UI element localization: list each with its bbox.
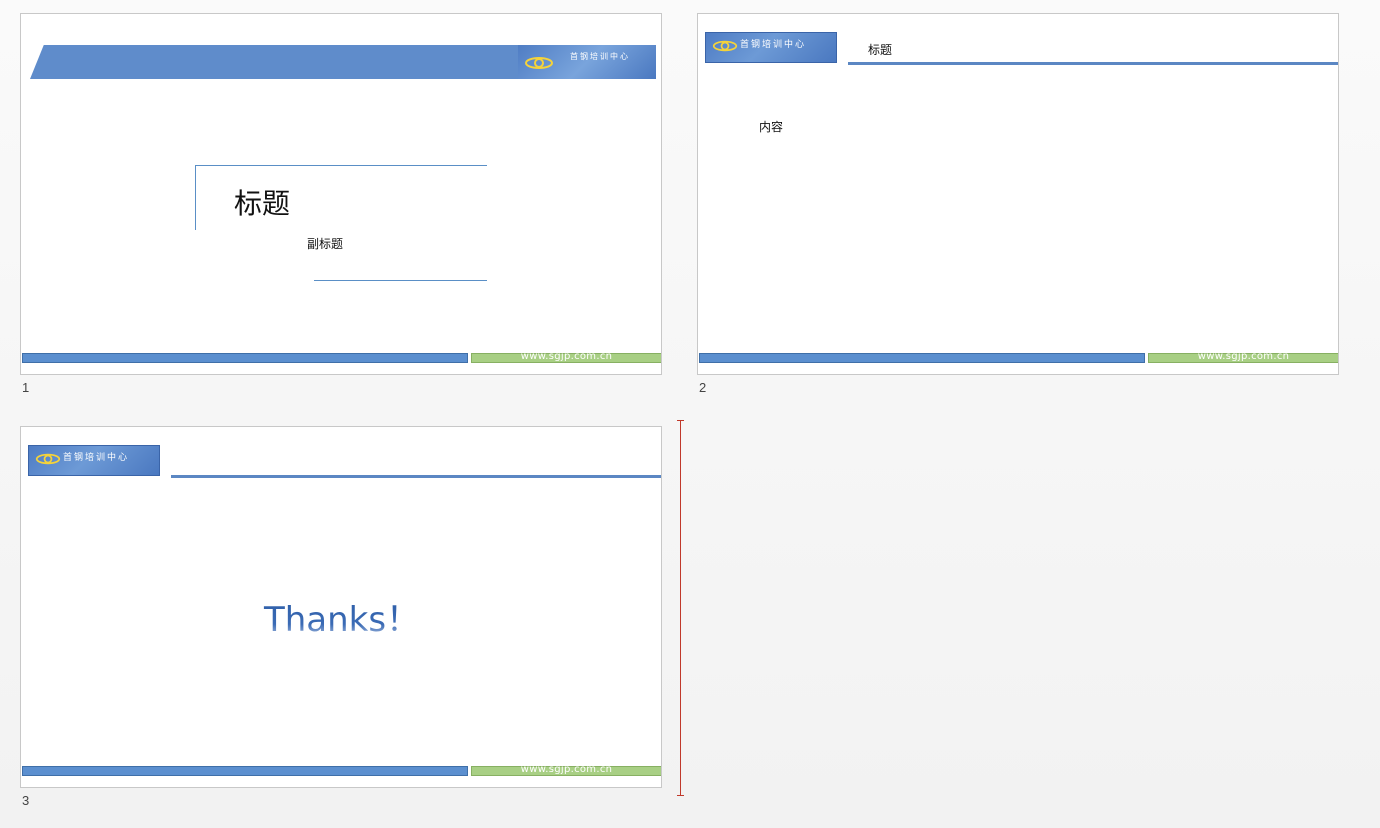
brand-logo: 首钢培训中心 <box>518 45 656 79</box>
logo-text: 首钢培训中心 <box>63 453 130 463</box>
slide-number-1: 1 <box>22 380 30 395</box>
footer-url: www.sgjp.com.cn <box>520 764 613 775</box>
footer-blue-bar <box>699 353 1145 363</box>
title-frame-top <box>195 165 487 166</box>
footer-blue-bar <box>22 766 468 776</box>
slide-title: 标题 <box>868 43 893 57</box>
header-line <box>171 475 661 478</box>
slide-title: 标题 <box>234 187 291 220</box>
footer-url: www.sgjp.com.cn <box>520 351 613 362</box>
header-line <box>848 62 1338 65</box>
logo-text: 首钢培训中心 <box>740 40 807 50</box>
title-frame-left <box>195 165 196 230</box>
footer-blue-bar <box>22 353 468 363</box>
slide-thumbnail-1[interactable]: 首钢培训中心 标题 副标题 www.sgjp.com.cn <box>20 13 662 375</box>
slide-subtitle: 副标题 <box>307 237 344 251</box>
insertion-marker-top-cap <box>677 420 684 421</box>
insertion-marker-bottom-cap <box>677 795 684 796</box>
orbit-logo-icon <box>712 40 738 52</box>
orbit-logo-icon <box>525 57 553 69</box>
footer-url: www.sgjp.com.cn <box>1197 351 1290 362</box>
thanks-text: Thanks！ <box>21 599 661 641</box>
slide-content: 内容 <box>759 120 784 134</box>
title-frame-bottom <box>314 280 487 281</box>
slide-number-2: 2 <box>699 380 707 395</box>
orbit-logo-icon <box>35 453 61 465</box>
slide-thumbnail-3[interactable]: 首钢培训中心 Thanks！ www.sgjp.com.cn <box>20 426 662 788</box>
insertion-marker <box>680 420 681 796</box>
slide-number-3: 3 <box>22 793 30 808</box>
brand-logo: 首钢培训中心 <box>705 32 837 63</box>
slide-thumbnail-2[interactable]: 首钢培训中心 标题 内容 www.sgjp.com.cn <box>697 13 1339 375</box>
brand-logo: 首钢培训中心 <box>28 445 160 476</box>
logo-text: 首钢培训中心 <box>570 52 630 61</box>
